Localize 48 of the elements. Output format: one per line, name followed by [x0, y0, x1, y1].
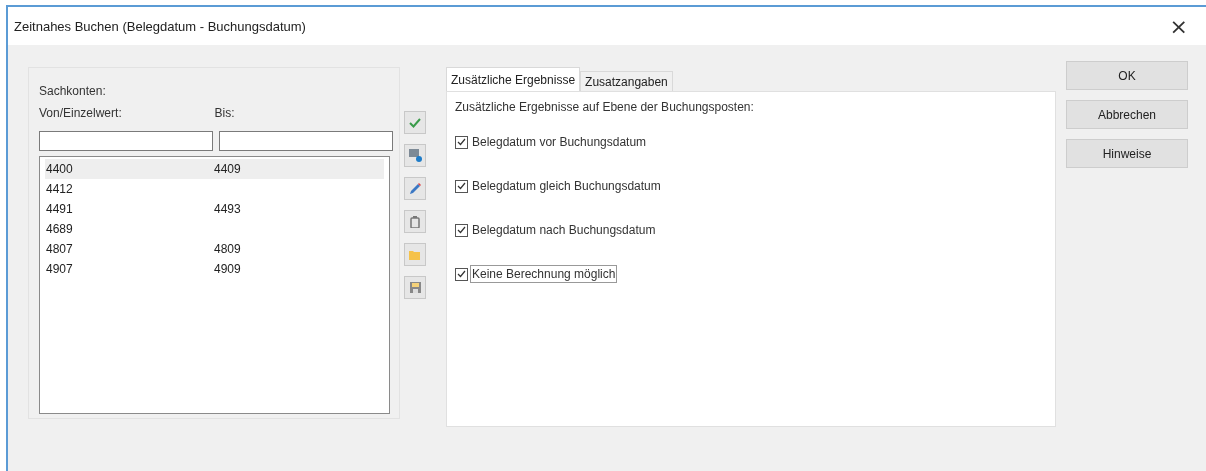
- from-cell-text: 4807: [46, 242, 74, 256]
- from-cell-text: 4689: [46, 222, 74, 236]
- toolbar-button[interactable]: [404, 177, 426, 200]
- toolbar-button[interactable]: [404, 210, 426, 233]
- to-field[interactable]: [219, 131, 393, 151]
- toolbar-button[interactable]: [404, 111, 426, 134]
- from-label: Von/Einzelwert:: [39, 106, 122, 120]
- account-row[interactable]: 4689: [45, 219, 384, 239]
- checkbox-label[interactable]: Belegdatum nach Buchungsdatum: [470, 221, 658, 239]
- checkbox-label[interactable]: Keine Berechnung möglich: [470, 265, 618, 283]
- from-cell-text: 4412: [46, 182, 74, 196]
- checkmark-icon: [409, 117, 421, 128]
- window-title: Zeitnahes Buchen (Belegdatum - Buchungsdatum): [14, 18, 306, 34]
- from-cell-text: 4491: [46, 202, 74, 216]
- checkbox-label[interactable]: Belegdatum vor Buchungsdatum: [470, 133, 649, 151]
- account-row[interactable]: 4491 4493: [45, 199, 384, 219]
- dialog-button[interactable]: Hinweise: [1066, 139, 1188, 168]
- group-title: Sachkonten:: [39, 84, 107, 98]
- account-row[interactable]: 4412: [45, 179, 384, 199]
- checkbox[interactable]: [455, 179, 468, 193]
- floppy-icon: [409, 282, 421, 293]
- folder-icon: [408, 249, 422, 260]
- dialog-button[interactable]: Abbrechen: [1066, 100, 1188, 129]
- tab[interactable]: Zusatzangaben: [580, 71, 673, 91]
- toolbar-button[interactable]: [404, 276, 426, 299]
- close-button[interactable]: ×: [1165, 13, 1192, 39]
- card-plus-icon: [408, 149, 422, 162]
- from-cell-text: 4907: [46, 262, 74, 276]
- checkbox[interactable]: [455, 223, 468, 237]
- pencil-icon: [408, 182, 422, 195]
- to-cell-text: 4493: [214, 202, 242, 216]
- tab[interactable]: Zusätzliche Ergebnisse: [446, 67, 581, 91]
- to-cell-text: 4409: [214, 162, 242, 176]
- toolbar-button[interactable]: [404, 144, 426, 167]
- to-label: Bis:: [214, 106, 235, 120]
- checkbox[interactable]: [455, 267, 468, 281]
- trash-icon: [410, 215, 420, 228]
- checkbox-label[interactable]: Belegdatum gleich Buchungsdatum: [470, 177, 663, 195]
- to-cell-text: 4909: [214, 262, 242, 276]
- account-row[interactable]: 4807 4809: [45, 239, 384, 259]
- to-cell-text: 4809: [214, 242, 242, 256]
- account-row[interactable]: 4400 4409: [45, 159, 384, 179]
- account-row[interactable]: 4907 4909: [45, 259, 384, 279]
- checkbox[interactable]: [455, 135, 468, 149]
- panel-heading: Zusätzliche Ergebnisse auf Ebene der Buchungsposten:: [455, 100, 755, 114]
- from-field[interactable]: [39, 131, 213, 151]
- dialog-button[interactable]: OK: [1066, 61, 1188, 90]
- from-cell-text: 4400: [46, 162, 74, 176]
